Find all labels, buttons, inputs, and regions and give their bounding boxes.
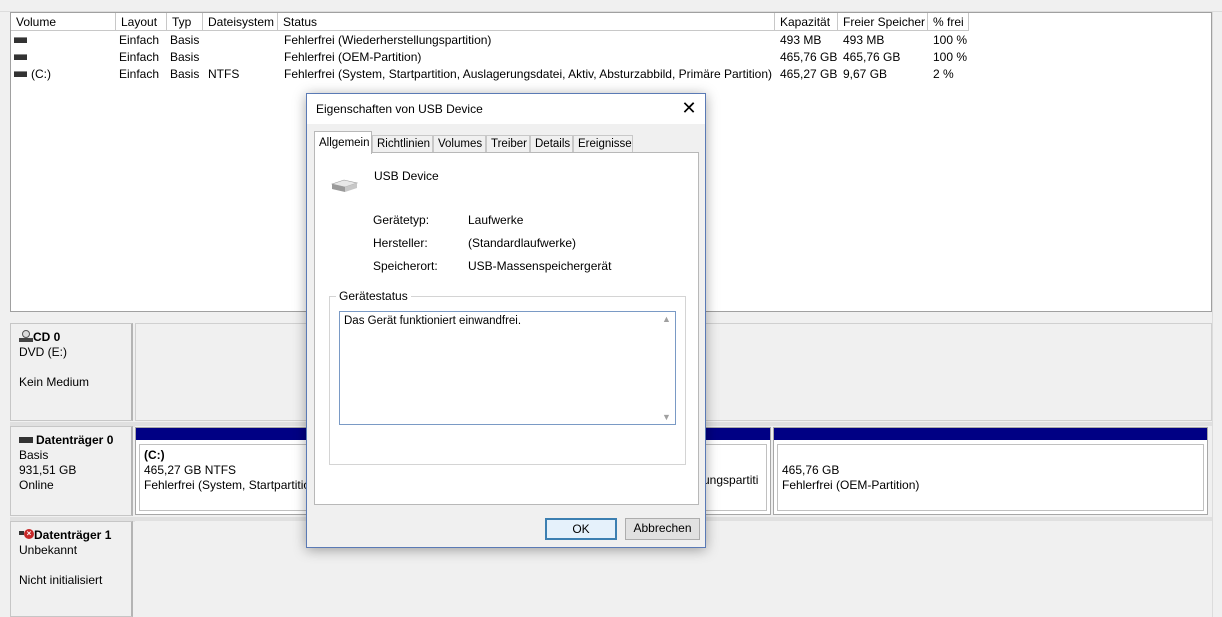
disk-name: Datenträger 0	[36, 433, 114, 447]
disk-status: Online	[19, 478, 54, 492]
device-name: USB Device	[374, 169, 439, 183]
dialog-titlebar[interactable]: Eigenschaften von USB Device ✕	[307, 94, 705, 124]
field-value-geraetetyp: Laufwerke	[468, 213, 524, 227]
table-row[interactable]: (C:) Einfach Basis NTFS Fehlerfrei (Syst…	[11, 66, 1011, 83]
field-label-geraetetyp: Gerätetyp:	[373, 213, 430, 227]
volume-cell	[14, 32, 114, 49]
column-header-typ[interactable]: Typ	[167, 13, 203, 31]
volume-icon	[14, 53, 27, 60]
disk-label-disk1[interactable]: × Datenträger 1 Unbekannt Nicht initiali…	[10, 521, 133, 617]
dialog-title: Eigenschaften von USB Device	[316, 102, 483, 116]
status-cell: Fehlerfrei (OEM-Partition)	[284, 50, 422, 64]
cancel-button[interactable]: Abbrechen	[625, 518, 700, 540]
frei-cell: 9,67 GB	[843, 67, 888, 81]
disk-media-status: Kein Medium	[19, 375, 90, 389]
tab-allgemein[interactable]: Allgemein	[314, 131, 372, 154]
column-header-volume[interactable]: Volume	[11, 13, 116, 31]
top-frame	[0, 0, 1222, 12]
kapazitaet-cell: 493 MB	[780, 33, 822, 47]
scrollbar[interactable]: ▲ ▼	[658, 312, 675, 424]
prozent-cell: 2 %	[933, 67, 954, 81]
column-header-prozent-frei[interactable]: % frei	[928, 13, 969, 31]
kapazitaet-cell: 465,27 GB	[780, 67, 838, 81]
device-status-textbox[interactable]: Das Gerät funktioniert einwandfrei. ▲ ▼	[339, 311, 676, 425]
layout-cell: Einfach	[119, 67, 160, 81]
field-value-speicherort: USB-Massenspeichergerät	[468, 259, 612, 273]
disk-type: DVD (E:)	[19, 345, 67, 359]
disk-name: Datenträger 1	[34, 528, 112, 542]
disk-name: CD 0	[33, 330, 61, 344]
partition-info: 465,76 GB Fehlerfrei (OEM-Partition)	[777, 444, 1204, 511]
dateisystem-cell	[208, 32, 278, 49]
close-icon[interactable]: ✕	[673, 94, 705, 124]
column-header-layout[interactable]: Layout	[116, 13, 167, 31]
field-label-speicherort: Speicherort:	[373, 259, 438, 273]
column-header-dateisystem[interactable]: Dateisystem	[203, 13, 278, 31]
scroll-down-icon[interactable]: ▼	[662, 412, 671, 422]
volume-cell: (C:)	[14, 66, 114, 83]
table-row[interactable]: Einfach Basis Fehlerfrei (OEM-Partition)…	[11, 49, 1011, 66]
dateisystem-cell: NTFS	[208, 67, 240, 81]
partition-status-overflow: ungspartiti	[703, 473, 759, 487]
field-value-hersteller: (Standardlaufwerke)	[468, 236, 577, 250]
device-status-group: Gerätestatus Das Gerät funktioniert einw…	[329, 289, 686, 465]
status-cell: Fehlerfrei (Wiederherstellungspartition)	[284, 33, 492, 47]
left-frame	[0, 12, 10, 617]
usb-drive-icon	[330, 179, 358, 192]
right-frame	[1212, 12, 1222, 617]
prozent-cell: 100 %	[933, 33, 968, 47]
partition-status: Fehlerfrei (OEM-Partition)	[782, 478, 920, 492]
partition-size: 465,76 GB	[782, 463, 840, 477]
frei-cell: 465,76 GB	[843, 50, 901, 64]
column-header-status[interactable]: Status	[278, 13, 775, 31]
frei-cell: 493 MB	[843, 33, 885, 47]
disk-status: Nicht initialisiert	[19, 573, 103, 587]
disk-type: Unbekannt	[19, 543, 78, 557]
layout-cell: Einfach	[119, 33, 160, 47]
volume-icon	[14, 36, 27, 43]
tab-page-allgemein: USB Device Gerätetyp: Laufwerke Herstell…	[314, 152, 699, 505]
layout-cell: Einfach	[119, 50, 160, 64]
kapazitaet-cell: 465,76 GB	[780, 50, 838, 64]
partition-oem[interactable]: 465,76 GB Fehlerfrei (OEM-Partition)	[773, 427, 1208, 515]
column-header-kapazitaet[interactable]: Kapazität	[775, 13, 838, 31]
scroll-up-icon[interactable]: ▲	[662, 314, 671, 324]
volume-icon	[14, 70, 27, 77]
volume-cell	[14, 49, 114, 66]
dateisystem-cell	[208, 49, 278, 66]
disk-type: Basis	[19, 448, 49, 462]
disk-label-disk0[interactable]: Datenträger 0 Basis 931,51 GB Online	[10, 426, 133, 516]
disk-label-cd0[interactable]: CD 0 DVD (E:) Kein Medium	[10, 323, 133, 421]
field-label-hersteller: Hersteller:	[373, 236, 428, 250]
typ-cell: Basis	[170, 67, 200, 81]
properties-dialog[interactable]: Eigenschaften von USB Device ✕ Allgemein…	[306, 93, 706, 548]
cd-drive-icon	[19, 330, 33, 342]
disk-icon	[19, 437, 33, 443]
device-status-text: Das Gerät funktioniert einwandfrei.	[344, 315, 522, 327]
typ-cell: Basis	[170, 50, 200, 64]
disk-size: 931,51 GB	[19, 463, 77, 477]
status-cell: Fehlerfrei (System, Startpartition, Ausl…	[284, 67, 772, 81]
typ-cell: Basis	[170, 33, 200, 47]
partition-bar	[774, 428, 1207, 440]
disk-error-icon: ×	[19, 528, 34, 540]
ok-button[interactable]: OK	[545, 518, 617, 540]
prozent-cell: 100 %	[933, 50, 968, 64]
column-header-freier-speicher[interactable]: Freier Speicher	[838, 13, 928, 31]
group-label: Gerätestatus	[336, 289, 411, 303]
table-row[interactable]: Einfach Basis Fehlerfrei (Wiederherstell…	[11, 32, 1011, 49]
